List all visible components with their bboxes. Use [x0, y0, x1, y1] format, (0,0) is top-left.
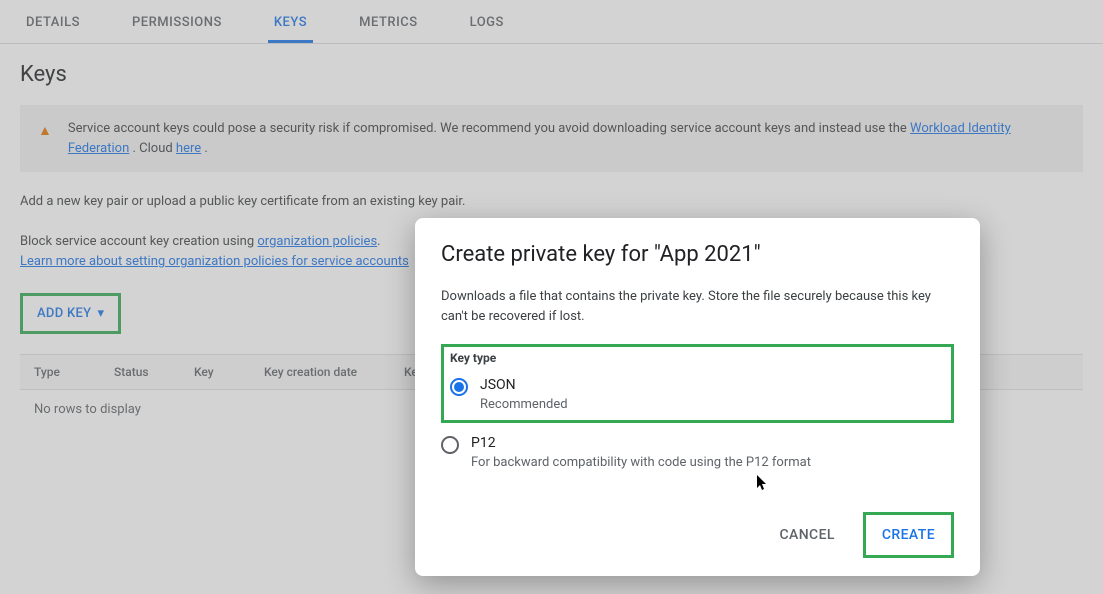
- json-option-highlight: Key type JSON Recommended: [441, 344, 954, 423]
- create-button-highlight: CREATE: [863, 512, 954, 558]
- radio-p12-input[interactable]: [441, 436, 459, 454]
- modal-actions: CANCEL CREATE: [441, 512, 954, 558]
- radio-json[interactable]: JSON Recommended: [450, 375, 945, 416]
- radio-p12-sub: For backward compatibility with code usi…: [471, 455, 811, 470]
- radio-json-input[interactable]: [450, 378, 468, 396]
- cursor-icon: [757, 475, 769, 495]
- create-key-modal: Create private key for "App 2021" Downlo…: [415, 218, 980, 576]
- radio-json-label: JSON: [480, 377, 568, 393]
- modal-title: Create private key for "App 2021": [441, 242, 954, 267]
- radio-json-sub: Recommended: [480, 397, 568, 412]
- radio-p12-label: P12: [471, 435, 811, 451]
- cancel-button[interactable]: CANCEL: [766, 517, 849, 553]
- create-button[interactable]: CREATE: [868, 517, 949, 553]
- keytype-label: Key type: [450, 351, 945, 365]
- radio-p12[interactable]: P12 For backward compatibility with code…: [441, 433, 954, 474]
- modal-description: Downloads a file that contains the priva…: [441, 287, 954, 326]
